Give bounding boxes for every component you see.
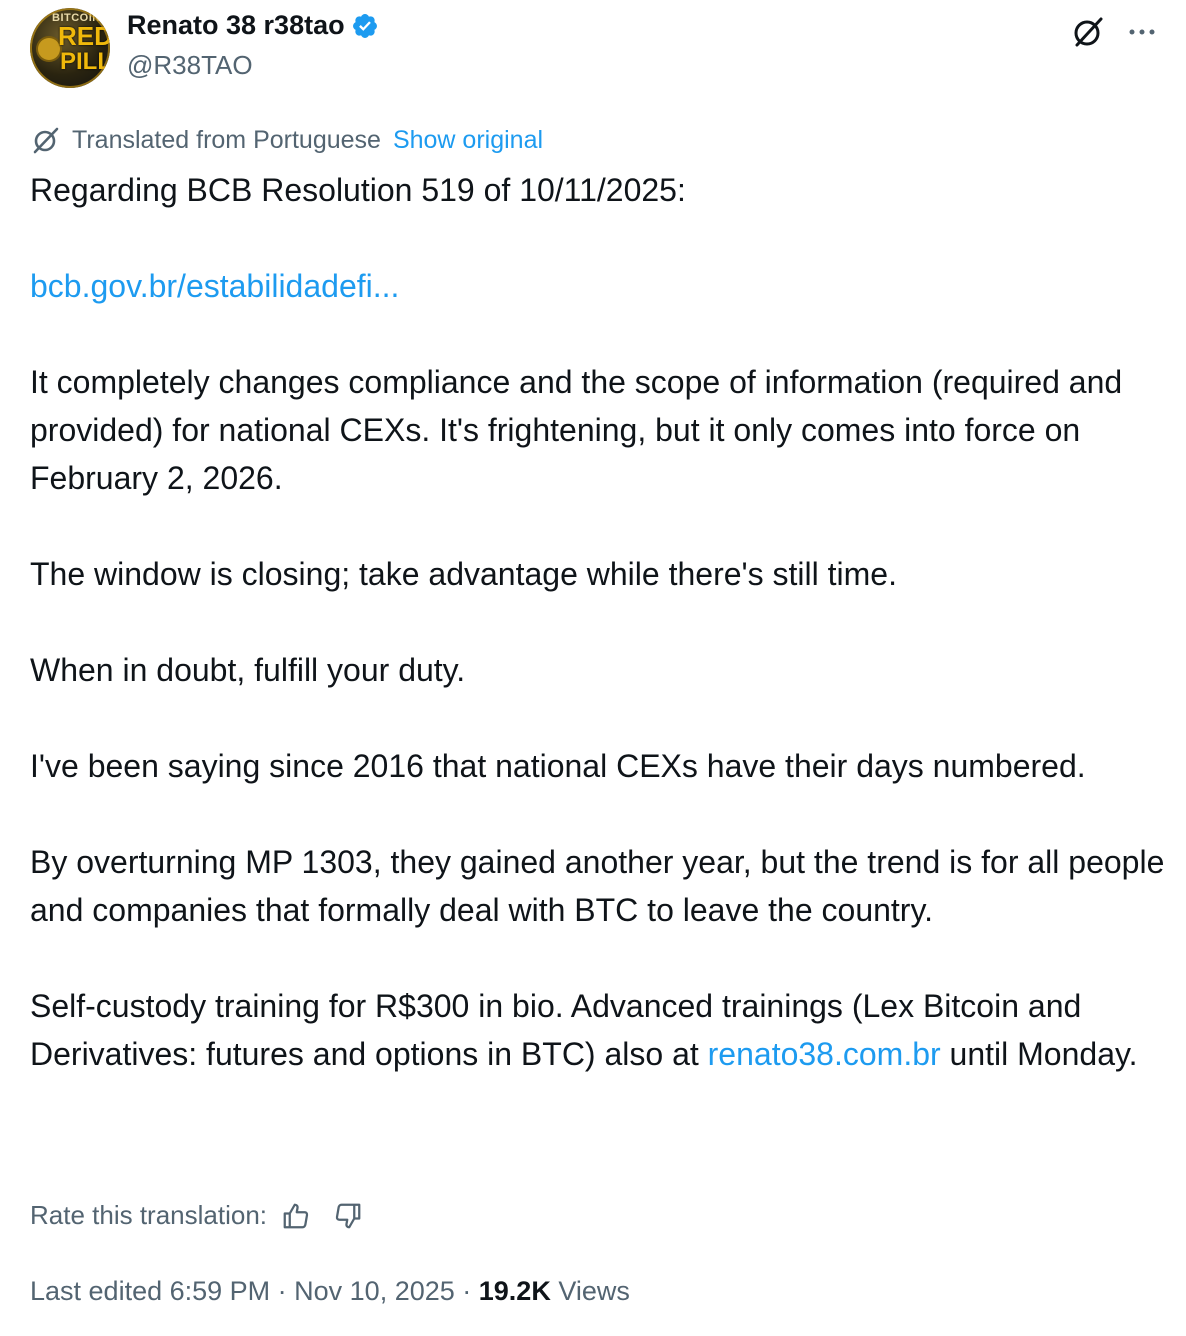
rate-translation-label: Rate this translation: [30, 1200, 268, 1230]
renato-website-link[interactable]: renato38.com.br [708, 1036, 941, 1072]
post-paragraph-link: bcb.gov.br/estabilidadefi... [30, 262, 1165, 310]
thumbs-down-icon[interactable] [333, 1201, 363, 1231]
avatar[interactable]: BITCOIN RED PILL [30, 8, 110, 88]
post-paragraph-training: Self-custody training for R$300 in bio. … [30, 982, 1165, 1078]
rate-translation-row: Rate this translation: [30, 1200, 363, 1231]
training-text-end: until Monday. [940, 1036, 1138, 1072]
grok-icon[interactable] [1070, 14, 1106, 50]
thumbs-up-icon[interactable] [281, 1201, 311, 1231]
edited-timestamp[interactable]: Last edited 6:59 PM · Nov 10, 2025 · [30, 1276, 479, 1306]
translation-row: Translated from Portuguese Show original [30, 124, 543, 156]
post-meta: Last edited 6:59 PM · Nov 10, 2025 · 19.… [30, 1276, 630, 1307]
post-paragraph: It completely changes compliance and the… [30, 364, 1123, 496]
avatar-ring [30, 8, 110, 88]
bcb-link[interactable]: bcb.gov.br/estabilidadefi... [30, 268, 399, 304]
post-body: Regarding BCB Resolution 519 of 10/11/20… [30, 166, 1165, 1126]
author-handle[interactable]: @R38TAO [127, 50, 253, 81]
translate-icon [33, 127, 59, 154]
translation-label: Translated from Portuguese [72, 125, 381, 154]
post-paragraph: Regarding BCB Resolution 519 of 10/11/20… [30, 172, 686, 208]
views-count: 19.2K [478, 1276, 551, 1306]
post-paragraph: I've been saying since 2016 that nationa… [30, 748, 1086, 784]
verified-badge-icon[interactable] [351, 12, 379, 40]
post-paragraph: By overturning MP 1303, they gained anot… [30, 844, 1165, 928]
views-label: Views [550, 1276, 630, 1306]
more-icon[interactable] [1124, 14, 1160, 50]
author-display-name[interactable]: Renato 38 r38tao [127, 10, 345, 41]
author-name-row: Renato 38 r38tao [127, 10, 379, 41]
post-paragraph: When in doubt, fulfill your duty. [30, 652, 466, 688]
show-original-link[interactable]: Show original [393, 126, 543, 155]
post-paragraph: The window is closing; take advantage wh… [30, 556, 897, 592]
